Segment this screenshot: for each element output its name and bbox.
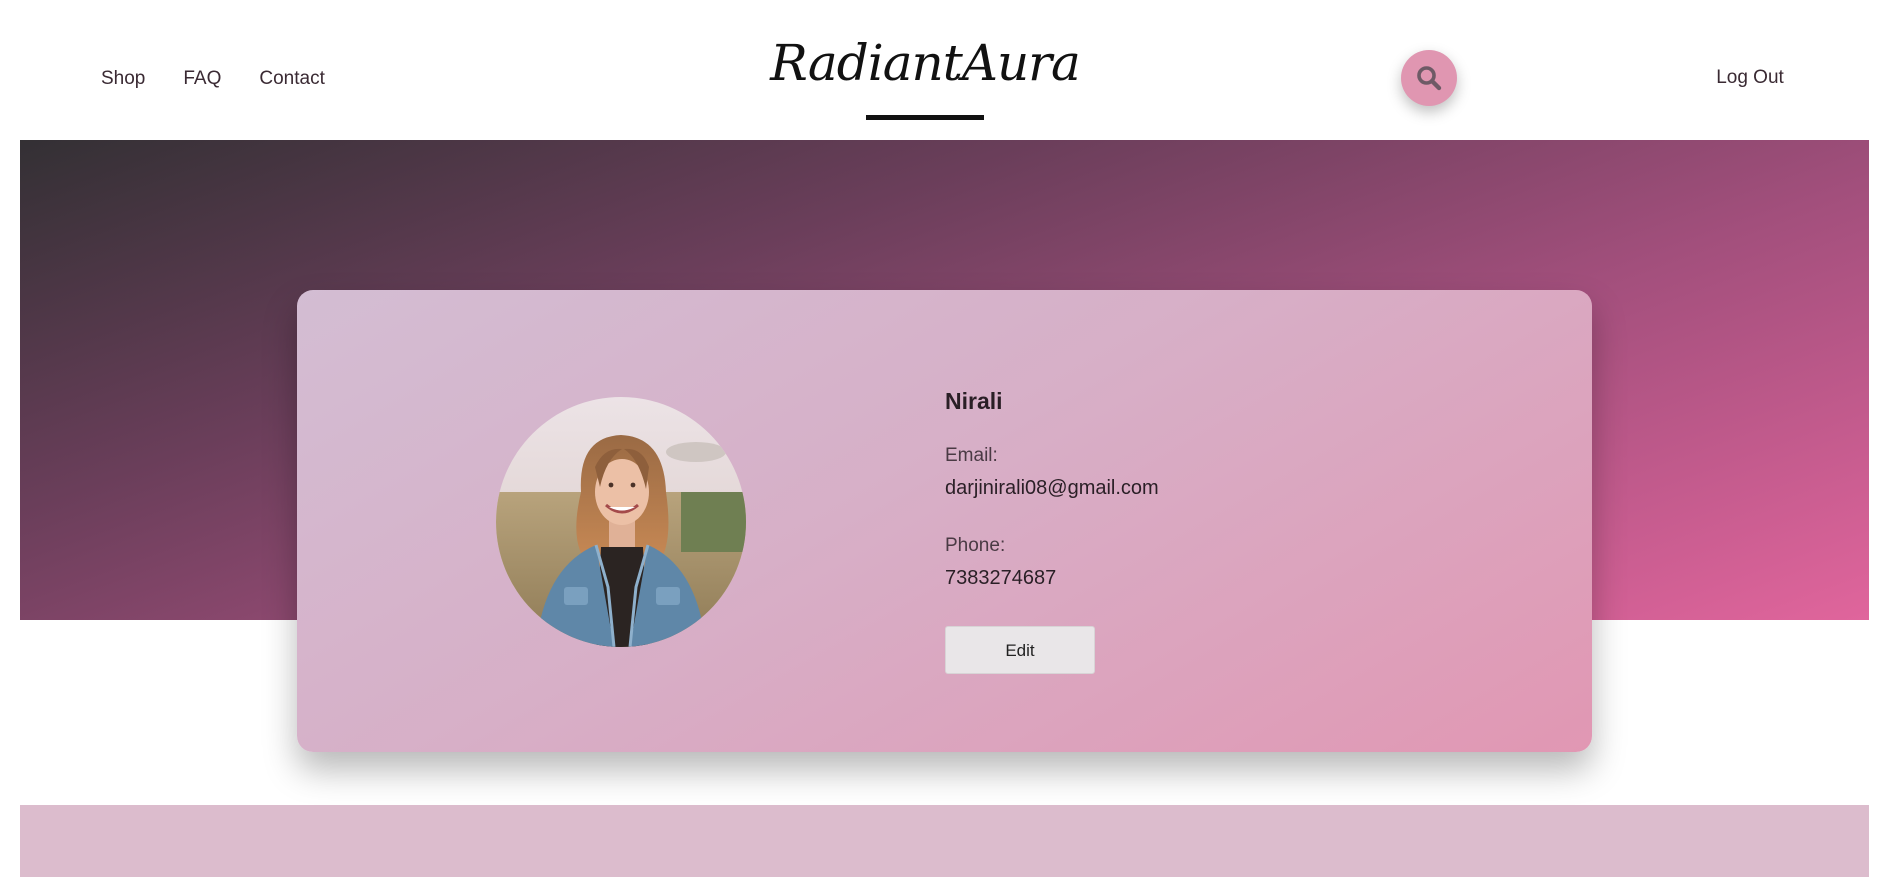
main-nav: Shop FAQ Contact [101,66,363,92]
email-value: darjinirali08@gmail.com [945,477,1159,499]
edit-button[interactable]: Edit [945,626,1095,674]
profile-card: Nirali Email: darjinirali08@gmail.com Ph… [297,290,1592,752]
nav-link-shop[interactable]: Shop [101,66,145,92]
bottom-section [20,805,1869,877]
nav-link-contact[interactable]: Contact [259,66,324,92]
search-button[interactable] [1401,50,1457,106]
nav-link-faq[interactable]: FAQ [183,66,221,92]
avatar [496,397,746,647]
profile-photo [496,397,746,647]
logo-underline [866,115,984,120]
site-header: Shop FAQ Contact RadiantAura Log Out [0,0,1892,140]
site-logo[interactable]: RadiantAura [700,28,1150,98]
profile-info: Nirali Email: darjinirali08@gmail.com Ph… [945,386,1445,674]
phone-value: 7383274687 [945,567,1057,589]
profile-name: Nirali [945,388,1003,414]
phone-label: Phone: [945,535,1006,556]
search-icon [1417,66,1442,91]
logout-link[interactable]: Log Out [1700,65,1800,91]
email-label: Email: [945,445,998,466]
